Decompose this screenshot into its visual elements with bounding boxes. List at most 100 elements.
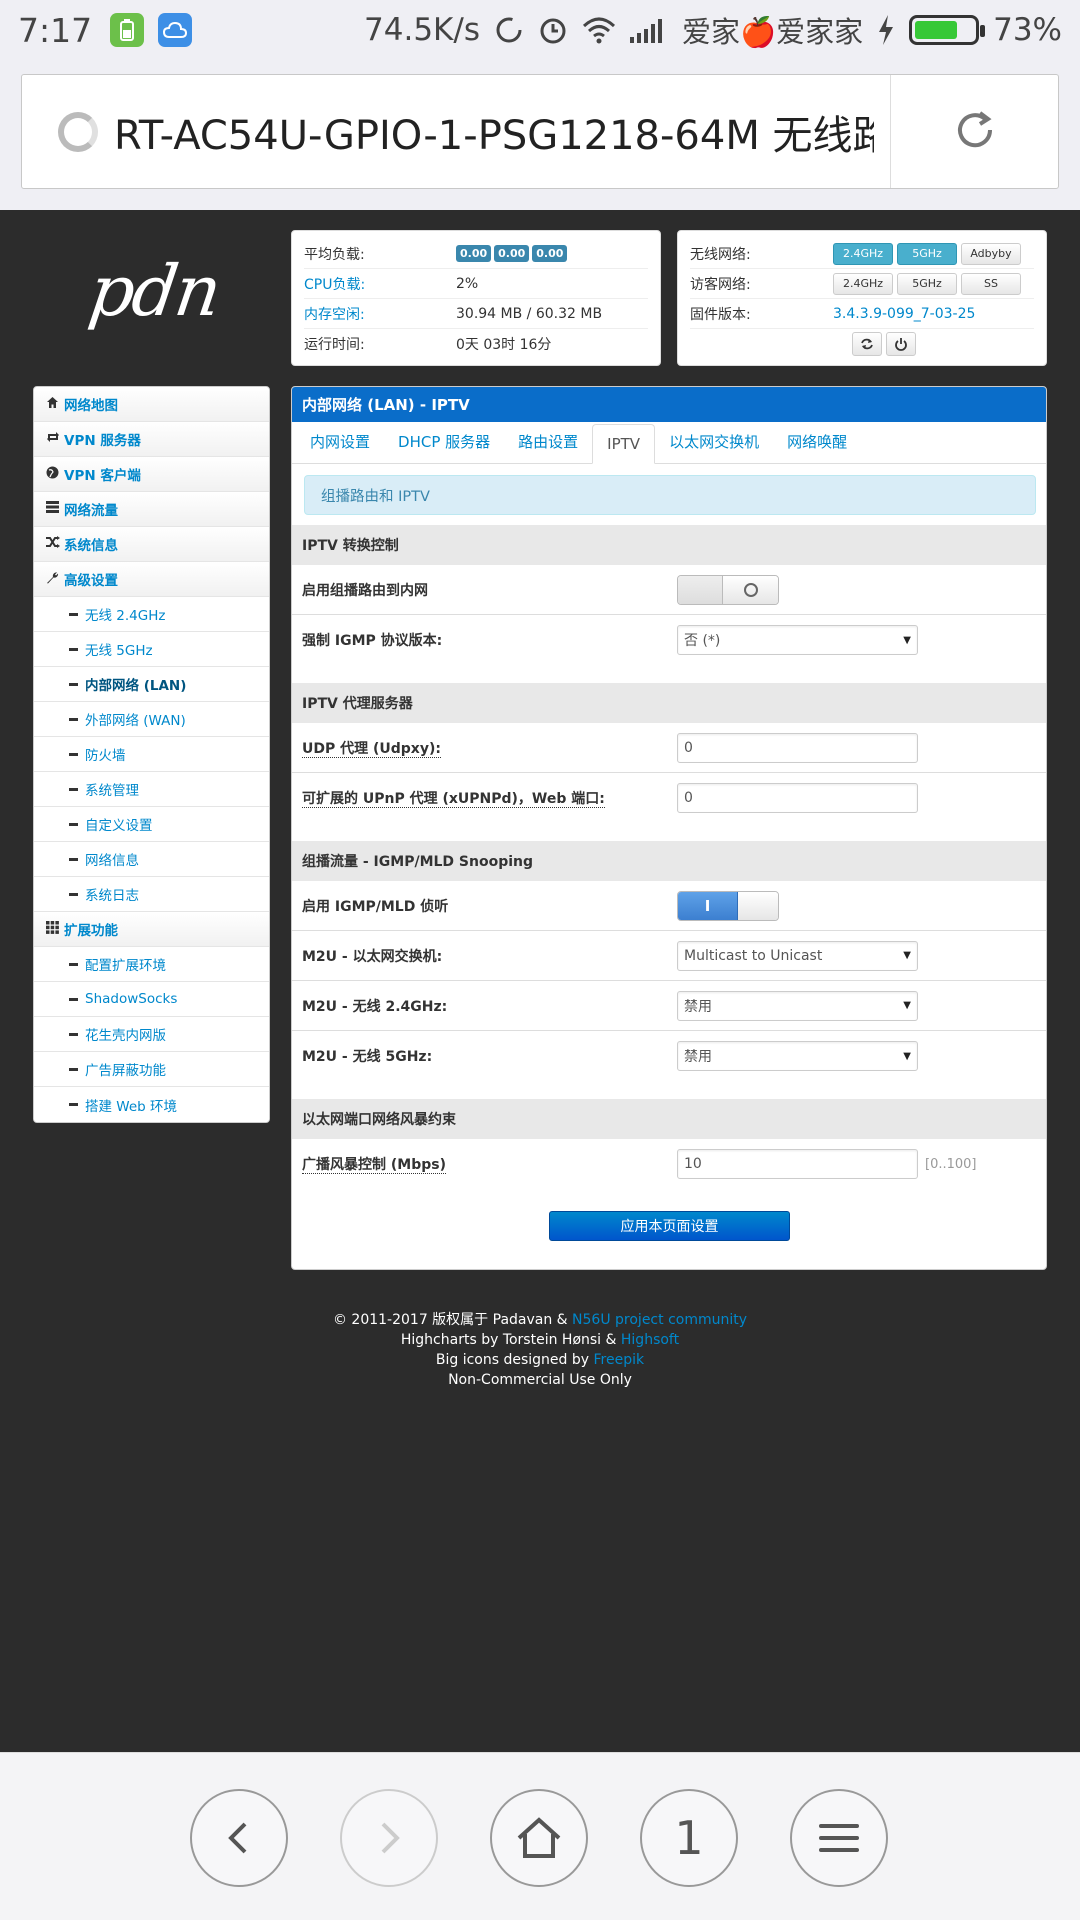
menu-item-advanced[interactable]: 高级设置 xyxy=(34,562,269,597)
submenu-item-label: 外部网络 (WAN) xyxy=(85,713,186,729)
menu-item-system-info[interactable]: 系统信息 xyxy=(34,527,269,562)
udpxy-port-input[interactable]: 0 xyxy=(677,732,918,763)
submenu-item-label: 防火墙 xyxy=(85,748,126,764)
tab-wol[interactable]: 网络唤醒 xyxy=(773,423,861,463)
m2u-5ghz-label: M2U - 无线 5GHz: xyxy=(302,1049,433,1065)
menu-item-extensions[interactable]: 扩展功能 xyxy=(34,912,269,947)
guest-5ghz-button[interactable]: 5GHz xyxy=(897,272,957,295)
highcharts-text: Highcharts by Torstein Hønsi & xyxy=(400,1332,621,1348)
memory-free-link[interactable]: 内存空闲: xyxy=(304,304,456,324)
submenu-item-lan[interactable]: 内部网络 (LAN) xyxy=(34,667,269,702)
memory-free-value: 30.94 MB / 60.32 MB xyxy=(456,305,603,322)
menu-item-label: VPN 客户端 xyxy=(64,468,141,484)
storm-control-range: [0..100] xyxy=(925,1156,977,1172)
sync-icon xyxy=(494,15,524,45)
submenu-item-oray[interactable]: 花生壳内网版 xyxy=(34,1017,269,1052)
menu-item-vpn-server[interactable]: VPN 服务器 xyxy=(34,422,269,457)
tab-routing[interactable]: 路由设置 xyxy=(504,423,592,463)
submenu-item-system-log[interactable]: 系统日志 xyxy=(34,877,269,912)
alarm-icon xyxy=(538,15,568,45)
battery-indicator xyxy=(909,15,986,45)
submenu-item-shadowsocks[interactable]: ShadowSocks xyxy=(34,982,269,1017)
reboot-button[interactable] xyxy=(852,332,882,356)
xupnpd-port-input[interactable]: 0 xyxy=(677,783,918,813)
section-title: 内部网络 (LAN) - IPTV xyxy=(292,387,1046,422)
igmp-snooping-toggle[interactable]: I xyxy=(677,890,779,921)
igmp-version-select[interactable]: 否 (*) ▼ xyxy=(677,625,918,655)
freepik-link[interactable]: Freepik xyxy=(594,1352,645,1368)
submenu-item-web-env[interactable]: 搭建 Web 环境 xyxy=(34,1087,269,1122)
adbyby-button[interactable]: Adbyby xyxy=(961,242,1021,265)
wireless-5ghz-button[interactable]: 5GHz xyxy=(897,242,957,265)
submenu-item-label: 内部网络 (LAN) xyxy=(85,678,187,694)
back-button[interactable] xyxy=(190,1789,288,1887)
highsoft-link[interactable]: Highsoft xyxy=(621,1332,679,1348)
uptime-value: 0天 03时 16分 xyxy=(456,337,552,353)
load-label: 平均负载: xyxy=(304,246,365,263)
n56u-community-link[interactable]: N56U project community xyxy=(572,1312,747,1328)
menu-item-label: 扩展功能 xyxy=(64,923,118,939)
menu-item-vpn-client[interactable]: VPN 客户端 xyxy=(34,457,269,492)
storm-control-input[interactable]: 10 xyxy=(677,1149,918,1179)
menu-item-traffic[interactable]: 网络流量 xyxy=(34,492,269,527)
ss-button[interactable]: SS xyxy=(961,272,1021,295)
address-bar[interactable]: RT-AC54U-GPIO-1-PSG1218-64M 无线路由器 xyxy=(21,74,1059,189)
list-icon xyxy=(46,501,64,517)
tab-bar: 内网设置 DHCP 服务器 路由设置 IPTV 以太网交换机 网络唤醒 xyxy=(292,422,1046,464)
submenu-item-label: 网络信息 xyxy=(85,853,139,869)
menu-item-label: 网络流量 xyxy=(64,503,118,519)
menu-item-label: 网络地图 xyxy=(64,398,118,414)
wifi-icon xyxy=(582,16,616,44)
guest-24ghz-button[interactable]: 2.4GHz xyxy=(833,272,893,295)
side-menu: 网络地图 VPN 服务器 VPN 客户端 网络流量 系统信息 高级设置 无线 2… xyxy=(33,386,270,1123)
submenu-item-adblock[interactable]: 广告屏蔽功能 xyxy=(34,1052,269,1087)
shutdown-button[interactable] xyxy=(886,332,916,356)
chevron-left-icon xyxy=(228,1822,247,1854)
submenu-item-wireless-24ghz[interactable]: 无线 2.4GHz xyxy=(34,597,269,632)
submenu-item-wan[interactable]: 外部网络 (WAN) xyxy=(34,702,269,737)
submenu-item-firewall[interactable]: 防火墙 xyxy=(34,737,269,772)
apply-button[interactable]: 应用本页面设置 xyxy=(549,1211,790,1241)
menu-item-network-map[interactable]: 网络地图 xyxy=(34,387,269,422)
forward-button[interactable] xyxy=(340,1789,438,1887)
wireless-24ghz-button[interactable]: 2.4GHz xyxy=(833,242,893,265)
row-m2u-24ghz: M2U - 无线 2.4GHz: 禁用 ▼ xyxy=(292,981,1046,1031)
m2u-24ghz-select[interactable]: 禁用 ▼ xyxy=(677,990,918,1021)
submenu-item-wireless-5ghz[interactable]: 无线 5GHz xyxy=(34,632,269,667)
igmp-snooping-label: 启用 IGMP/MLD 侦听 xyxy=(302,898,449,915)
multicast-routing-toggle[interactable] xyxy=(677,574,779,605)
tab-dhcp-server[interactable]: DHCP 服务器 xyxy=(384,423,504,463)
power-icon xyxy=(895,338,907,351)
license-text: Non-Commercial Use Only xyxy=(448,1372,632,1388)
home-icon xyxy=(46,396,64,413)
m2u-switch-select[interactable]: Multicast to Unicast ▼ xyxy=(677,940,918,971)
random-icon xyxy=(46,536,64,552)
firmware-label: 固件版本: xyxy=(690,306,751,323)
firmware-version-link[interactable]: 3.4.3.9-099_7-03-25 xyxy=(833,306,975,322)
tab-lan-settings[interactable]: 内网设置 xyxy=(296,423,384,463)
tab-switch[interactable]: 以太网交换机 xyxy=(655,423,773,463)
hamburger-menu-icon xyxy=(819,1824,859,1852)
submenu-item-network-info[interactable]: 网络信息 xyxy=(34,842,269,877)
cpu-load-link[interactable]: CPU负载: xyxy=(304,274,456,294)
tabs-button[interactable]: 1 xyxy=(640,1789,738,1887)
home-button[interactable] xyxy=(490,1789,588,1887)
tab-iptv[interactable]: IPTV xyxy=(592,424,656,464)
charging-icon xyxy=(877,15,895,45)
submenu-item-label: 花生壳内网版 xyxy=(85,1028,166,1044)
submenu-item-customization[interactable]: 自定义设置 xyxy=(34,807,269,842)
submenu-item-label: 系统管理 xyxy=(85,783,139,799)
section-header-snooping: 组播流量 - IGMP/MLD Snooping xyxy=(292,841,1046,881)
refresh-icon[interactable] xyxy=(952,107,998,153)
storm-control-label: 广播风暴控制 (Mbps) xyxy=(302,1157,446,1174)
submenu-item-administration[interactable]: 系统管理 xyxy=(34,772,269,807)
menu-button[interactable] xyxy=(790,1789,888,1887)
dropdown-arrow-icon: ▼ xyxy=(903,950,911,961)
copyright-text: © 2011-2017 版权属于 Padavan & xyxy=(332,1312,573,1328)
page-title[interactable]: RT-AC54U-GPIO-1-PSG1218-64M 无线路由器 xyxy=(114,103,874,161)
submenu-item-ext-env[interactable]: 配置扩展环境 xyxy=(34,947,269,982)
load-values: 0.00 0.00 0.00 xyxy=(456,245,570,262)
system-status-panel: 平均负载: 0.00 0.00 0.00 CPU负载: 2% 内存空闲: 30.94… xyxy=(291,230,661,366)
on-icon: I xyxy=(678,891,738,920)
m2u-5ghz-select[interactable]: 禁用 ▼ xyxy=(677,1041,918,1071)
